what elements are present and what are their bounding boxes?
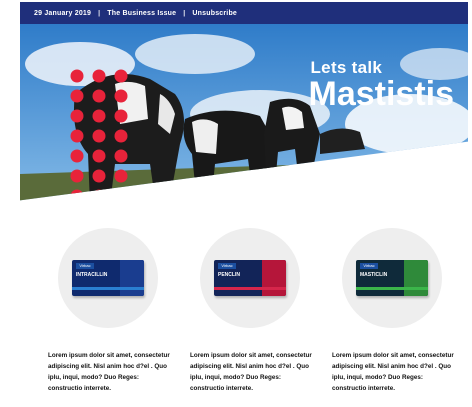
separator: | <box>183 9 186 17</box>
product-name: PENCLIN <box>218 272 240 278</box>
decorative-dot <box>70 129 84 143</box>
product-stripe <box>214 287 286 290</box>
product-box-image: Virbac INTRACILLIN <box>72 260 144 296</box>
decorative-dot <box>114 169 128 183</box>
decorative-dot <box>70 189 84 201</box>
decorative-dot <box>92 129 106 143</box>
product-image-circle: Virbac PENCLIN <box>200 228 300 328</box>
hero-title: Mastistis <box>308 75 455 113</box>
product-section: Virbac INTRACILLIN Lorem ipsum dolor sit… <box>0 228 472 407</box>
product-box-image: Virbac PENCLIN <box>214 260 286 296</box>
decorative-dot <box>92 169 106 183</box>
product-description: Lorem ipsum dolor sit amet, consectetur … <box>332 352 454 392</box>
product-description: Lorem ipsum dolor sit amet, consectetur … <box>48 352 170 392</box>
unsubscribe-link[interactable]: Unsubscribe <box>192 10 237 17</box>
decorative-dot <box>70 69 84 83</box>
decorative-dot <box>114 189 128 201</box>
decorative-dot <box>92 69 106 83</box>
decorative-dot <box>92 109 106 123</box>
decorative-dot <box>92 189 106 201</box>
product-image-circle: Virbac MASTICLIN <box>342 228 442 328</box>
newsletter-page: 29 January 2019 | The Business Issue | U… <box>0 0 472 407</box>
decorative-dot <box>114 89 128 103</box>
decorative-dot <box>70 169 84 183</box>
product-brand: Virbac <box>76 263 94 269</box>
decorative-dot <box>93 210 106 221</box>
hero-banner: Lets talk Mastistis <box>20 24 468 221</box>
decorative-dot <box>92 149 106 163</box>
product-stripe <box>356 287 428 290</box>
decorative-dot <box>114 69 128 83</box>
decorative-dot <box>114 149 128 163</box>
product-stripe <box>72 287 144 290</box>
product-card-3[interactable]: Virbac MASTICLIN Lorem ipsum dolor sit a… <box>322 228 462 394</box>
header-bar: 29 January 2019 | The Business Issue | U… <box>20 2 468 24</box>
issue-title: The Business Issue <box>107 9 177 17</box>
decorative-dot <box>70 149 84 163</box>
product-brand: Virbac <box>360 263 378 269</box>
separator: | <box>98 9 101 17</box>
decorative-dot <box>70 89 84 103</box>
product-name: MASTICLIN <box>360 272 388 278</box>
decorative-dot <box>114 109 128 123</box>
decorative-dots <box>70 69 128 221</box>
product-description: Lorem ipsum dolor sit amet, consectetur … <box>190 352 312 392</box>
issue-date: 29 January 2019 <box>34 9 92 17</box>
decorative-dot <box>92 89 106 103</box>
decorative-dot <box>115 210 128 221</box>
decorative-dot <box>114 129 128 143</box>
decorative-dot <box>71 210 84 221</box>
product-brand: Virbac <box>218 263 236 269</box>
decorative-dot <box>70 109 84 123</box>
product-box-image: Virbac MASTICLIN <box>356 260 428 296</box>
product-card-2[interactable]: Virbac PENCLIN Lorem ipsum dolor sit ame… <box>180 228 320 394</box>
hero-headline: Lets talk Mastistis <box>308 58 455 113</box>
product-card-1[interactable]: Virbac INTRACILLIN Lorem ipsum dolor sit… <box>38 228 178 394</box>
product-name: INTRACILLIN <box>76 272 108 278</box>
product-image-circle: Virbac INTRACILLIN <box>58 228 158 328</box>
